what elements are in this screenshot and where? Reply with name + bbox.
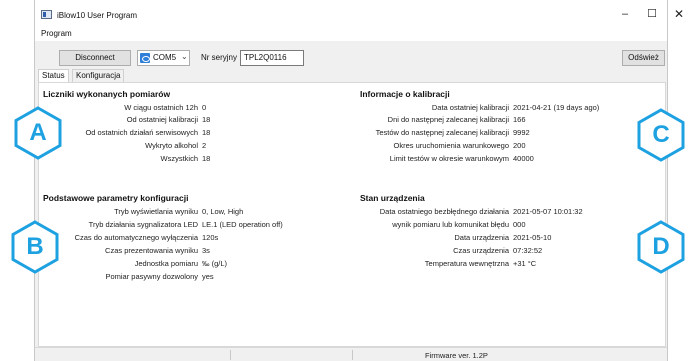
app-icon — [41, 10, 52, 19]
chevron-down-icon: ⌄ — [181, 52, 188, 61]
counter-value: 18 — [202, 154, 211, 163]
menu-program[interactable]: Program — [41, 29, 72, 38]
counters-title: Liczniki wykonanych pomiarów — [43, 89, 171, 99]
config-label: Jednostka pomiaru — [134, 259, 198, 268]
calibration-label: Testów do następnej zalecanej kalibracji — [375, 128, 509, 137]
calibration-value: 2021-04-21 (19 days ago) — [513, 103, 600, 112]
status-divider — [352, 350, 353, 360]
calibration-value: 9992 — [513, 128, 530, 137]
port-icon — [140, 53, 150, 63]
config-label: Czas prezentowania wyniku — [105, 246, 198, 255]
config-label: Tryb działania sygnalizatora LED — [88, 220, 198, 229]
status-panel: Liczniki wykonanych pomiarów W ciągu ost… — [38, 82, 666, 347]
counter-value: 0 — [202, 103, 207, 112]
calibration-label: Okres uruchomienia warunkowego — [393, 141, 509, 150]
config-label: Tryb wyświetlania wyniku — [114, 207, 198, 216]
maximize-button[interactable]: ☐ — [640, 6, 664, 22]
config-value: 120s — [202, 233, 219, 242]
callout-a-badge: A — [11, 106, 65, 160]
callout-d-badge: D — [634, 220, 688, 274]
toolbar: Disconnect COM5 ⌄ Nr seryjny TPL2Q0116 O… — [35, 41, 667, 69]
device-label: wynik pomiaru lub komunikat błędu — [392, 220, 509, 229]
counter-label: Wszystkich — [160, 154, 199, 163]
device-title: Stan urządzenia — [360, 193, 425, 203]
config-value: yes — [202, 272, 214, 281]
device-value: 07:32:52 — [513, 246, 543, 255]
tab-strip: Status Konfiguracja — [35, 69, 667, 82]
device-label: Temperatura wewnętrzna — [424, 259, 509, 268]
callout-a-letter: A — [29, 119, 47, 146]
config-label: Pomiar pasywny dozwolony — [105, 272, 198, 281]
status-bar: Firmware ver. 1.2P — [35, 347, 667, 361]
callout-d-letter: D — [652, 233, 670, 260]
callout-b-badge: B — [8, 220, 62, 274]
config-title: Podstawowe parametry konfiguracji — [43, 193, 189, 203]
counter-value: 18 — [202, 128, 211, 137]
port-select[interactable]: COM5 ⌄ — [137, 50, 190, 66]
firmware-version: Firmware ver. 1.2P — [425, 351, 488, 360]
config-value: 0, Low, High — [202, 207, 244, 216]
tab-status[interactable]: Status — [38, 69, 69, 82]
config-value: 3s — [202, 246, 210, 255]
device-value: 2021-05-10 — [513, 233, 552, 242]
config-value: ‰ (g/L) — [202, 259, 228, 268]
device-value: +31 °C — [513, 259, 537, 268]
serial-field[interactable]: TPL2Q0116 — [240, 50, 304, 66]
config-label: Czas do automatycznego wyłączenia — [74, 233, 198, 242]
device-label: Data urządzenia — [454, 233, 509, 242]
port-value: COM5 — [153, 53, 177, 62]
device-value: 2021-05-07 10:01:32 — [513, 207, 583, 216]
window-title: iBlow10 User Program — [57, 11, 138, 20]
calibration-title: Informacje o kalibracji — [360, 89, 450, 99]
callout-c-letter: C — [652, 121, 670, 148]
counter-label: W ciągu ostatnich 12h — [124, 103, 198, 112]
app-window: iBlow10 User Program – ☐ ✕ Program Disco… — [34, 0, 684, 361]
counter-value: 2 — [202, 141, 207, 150]
calibration-value: 200 — [513, 141, 526, 150]
device-value: 000 — [513, 220, 526, 229]
title-bar: iBlow10 User Program – ☐ ✕ — [35, 0, 684, 26]
device-label: Data ostatniego bezbłędnego działania — [379, 207, 509, 216]
config-value: LE.1 (LED operation off) — [202, 220, 283, 229]
callout-c-badge: C — [634, 108, 688, 162]
refresh-button[interactable]: Odśwież — [622, 50, 665, 66]
callout-b-letter: B — [26, 233, 44, 260]
counter-label: Od ostatnich działań serwisowych — [85, 128, 198, 137]
counter-label: Wykryto alkohol — [145, 141, 198, 150]
serial-label: Nr seryjny — [201, 53, 238, 62]
disconnect-button[interactable]: Disconnect — [59, 50, 131, 66]
tab-konfiguracja[interactable]: Konfiguracja — [72, 69, 125, 82]
calibration-value: 40000 — [513, 154, 534, 163]
minimize-button[interactable]: – — [613, 6, 637, 22]
calibration-label: Data ostatniej kalibracji — [431, 103, 509, 112]
device-label: Czas urządzenia — [453, 246, 509, 255]
close-button[interactable]: ✕ — [667, 6, 691, 22]
calibration-label: Limit testów w okresie warunkowym — [389, 154, 509, 163]
calibration-value: 166 — [513, 115, 526, 124]
counter-label: Od ostatniej kalibracji — [126, 115, 198, 124]
menu-bar: Program — [35, 26, 667, 41]
status-divider — [230, 350, 231, 360]
calibration-label: Dni do następnej zalecanej kalibracji — [387, 115, 509, 124]
counter-value: 18 — [202, 115, 211, 124]
